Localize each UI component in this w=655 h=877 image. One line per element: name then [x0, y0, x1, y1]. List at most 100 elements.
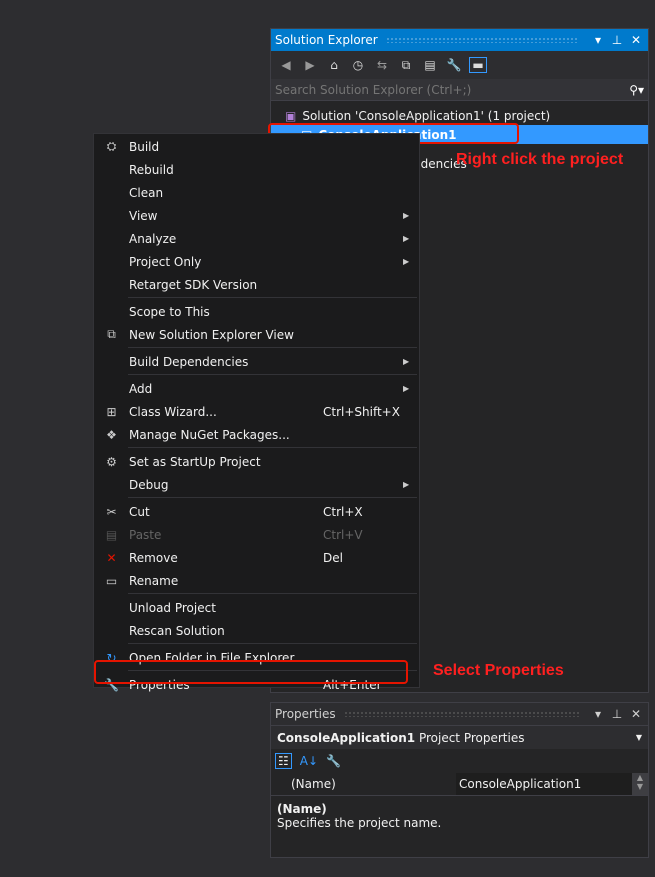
new-view-icon: ⧉ [107, 327, 116, 341]
dropdown-icon[interactable]: ▾ [590, 707, 606, 721]
menu-item-label: Rename [129, 573, 179, 588]
menu-item-label: Set as StartUp Project [129, 454, 261, 469]
search-box: ⚲▾ [271, 79, 648, 101]
menu-item-project-only[interactable]: Project Only ▶ [94, 250, 419, 273]
menu-item-label: Analyze [129, 231, 177, 246]
context-menu: ⛭ Build Rebuild Clean View ▶ Analyze ▶ Project O… [93, 133, 420, 692]
chevron-right-icon: ▶ [403, 357, 410, 366]
chevron-right-icon: ▶ [403, 234, 410, 243]
sync-icon[interactable]: ⇆ [373, 58, 391, 72]
description-text: Specifies the project name. [277, 816, 442, 830]
properties-titlebar: Properties ▾ ⊥ ✕ [271, 703, 648, 725]
menu-item-label: Clean [129, 185, 164, 200]
menu-item-label: Manage NuGet Packages... [129, 427, 290, 442]
dropdown-icon[interactable]: ▾ [590, 33, 606, 47]
remove-icon: ✕ [106, 550, 117, 565]
menu-item-set-as-startup-project[interactable]: ⚙ Set as StartUp Project [94, 450, 419, 473]
search-icon[interactable]: ⚲▾ [629, 83, 644, 97]
menu-item-label: Class Wizard... [129, 404, 217, 419]
property-value[interactable]: ConsoleApplication1 [456, 773, 632, 795]
menu-item-label: Add [129, 381, 153, 396]
build-icon: ⛭ [106, 139, 117, 153]
annotation-select-properties: Select Properties [433, 662, 564, 679]
menu-item-shortcut: Ctrl+V [323, 527, 363, 542]
property-row[interactable]: (Name) ConsoleApplication1 ▲ ▼ [271, 773, 648, 795]
panel-title: Solution Explorer [275, 33, 378, 47]
menu-item-view[interactable]: View ▶ [94, 204, 419, 227]
wrench-icon[interactable]: 🔧 [445, 58, 463, 72]
categorized-icon[interactable]: ☷ [275, 753, 292, 769]
search-input[interactable] [275, 82, 630, 97]
collapse-all-icon[interactable]: ⧉ [397, 58, 415, 73]
menu-item-paste[interactable]: ▤ Paste Ctrl+V [94, 523, 419, 546]
menu-item-label: Build Dependencies [129, 354, 249, 369]
menu-item-retarget-sdk-version[interactable]: Retarget SDK Version [94, 273, 419, 296]
pin-icon[interactable]: ⊥ [609, 33, 625, 47]
scrollbar[interactable]: ▲ ▼ [632, 773, 648, 795]
solution-icon: ▣ [285, 108, 297, 123]
rename-icon: ▭ [105, 573, 118, 588]
nuget-icon: ❖ [106, 427, 117, 442]
gear-icon: ⚙ [106, 454, 117, 469]
menu-item-analyze[interactable]: Analyze ▶ [94, 227, 419, 250]
annotation-right-click: Right click the project [456, 151, 624, 168]
show-all-files-icon[interactable]: ▤ [421, 58, 439, 72]
menu-item-unload-project[interactable]: Unload Project [94, 596, 419, 619]
menu-item-rebuild[interactable]: Rebuild [94, 158, 419, 181]
forward-icon[interactable]: ▶ [301, 58, 319, 72]
drag-grip[interactable] [385, 37, 579, 43]
pending-changes-icon[interactable]: ◷ [349, 58, 367, 72]
drag-grip[interactable] [343, 711, 579, 717]
menu-item-label: Cut [129, 504, 150, 519]
property-name: (Name) [291, 777, 336, 791]
menu-item-label: Scope to This [129, 304, 210, 319]
panel-title: Properties [275, 707, 336, 721]
menu-item-shortcut: Ctrl+Shift+X [323, 404, 400, 419]
scissors-icon: ✂ [106, 504, 117, 519]
chevron-down-icon[interactable]: ▼ [636, 733, 642, 742]
alphabetical-icon[interactable]: A↓ [300, 754, 318, 768]
menu-item-clean[interactable]: Clean [94, 181, 419, 204]
menu-item-label: Paste [129, 527, 162, 542]
menu-item-label: View [129, 208, 158, 223]
menu-item-label: Unload Project [129, 600, 216, 615]
chevron-right-icon: ▶ [403, 257, 410, 266]
menu-item-label: Debug [129, 477, 169, 492]
menu-item-manage-nuget-packages[interactable]: ❖ Manage NuGet Packages... [94, 423, 419, 446]
properties-toolbar: ☷ A↓ 🔧 [271, 749, 648, 773]
close-icon[interactable]: ✕ [628, 707, 644, 721]
properties-panel: Properties ▾ ⊥ ✕ ConsoleApplication1 Pro… [270, 702, 649, 858]
menu-item-rescan-solution[interactable]: Rescan Solution [94, 619, 419, 642]
back-icon[interactable]: ◀ [277, 58, 295, 72]
menu-item-scope-to-this[interactable]: Scope to This [94, 300, 419, 323]
pin-icon[interactable]: ⊥ [609, 707, 625, 721]
menu-item-rename[interactable]: ▭ Rename [94, 569, 419, 592]
chevron-right-icon: ▶ [403, 211, 410, 220]
object-name: ConsoleApplication1 [277, 730, 416, 745]
property-pages-icon[interactable]: 🔧 [326, 754, 341, 768]
menu-item-shortcut: Ctrl+X [323, 504, 363, 519]
class-wizard-icon: ⊞ [106, 404, 117, 419]
close-icon[interactable]: ✕ [628, 33, 644, 47]
chevron-right-icon: ▶ [403, 480, 410, 489]
menu-item-label: Project Only [129, 254, 202, 269]
menu-item-new-solution-explorer-view[interactable]: ⧉ New Solution Explorer View [94, 323, 419, 346]
menu-item-remove[interactable]: ✕ Remove Del [94, 546, 419, 569]
menu-item-debug[interactable]: Debug ▶ [94, 473, 419, 496]
property-description: (Name) Specifies the project name. [271, 795, 648, 836]
preview-icon[interactable]: ▬ [469, 57, 487, 73]
menu-item-label: Rescan Solution [129, 623, 225, 638]
menu-item-class-wizard[interactable]: ⊞ Class Wizard... Ctrl+Shift+X [94, 400, 419, 423]
home-icon[interactable]: ⌂ [325, 58, 343, 72]
menu-item-shortcut: Del [323, 550, 343, 565]
menu-item-build-dependencies[interactable]: Build Dependencies ▶ [94, 350, 419, 373]
menu-item-label: Rebuild [129, 162, 174, 177]
object-type: Project Properties [418, 730, 525, 745]
menu-item-cut[interactable]: ✂ Cut Ctrl+X [94, 500, 419, 523]
menu-item-add[interactable]: Add ▶ [94, 377, 419, 400]
menu-item-label: Remove [129, 550, 178, 565]
menu-item-build[interactable]: ⛭ Build [94, 135, 419, 158]
solution-label: Solution 'ConsoleApplication1' (1 projec… [302, 108, 551, 123]
object-selector[interactable]: ConsoleApplication1 Project Properties ▼ [271, 725, 648, 749]
solution-explorer-toolbar: ◀ ▶ ⌂ ◷ ⇆ ⧉ ▤ 🔧 ▬ [271, 51, 648, 79]
